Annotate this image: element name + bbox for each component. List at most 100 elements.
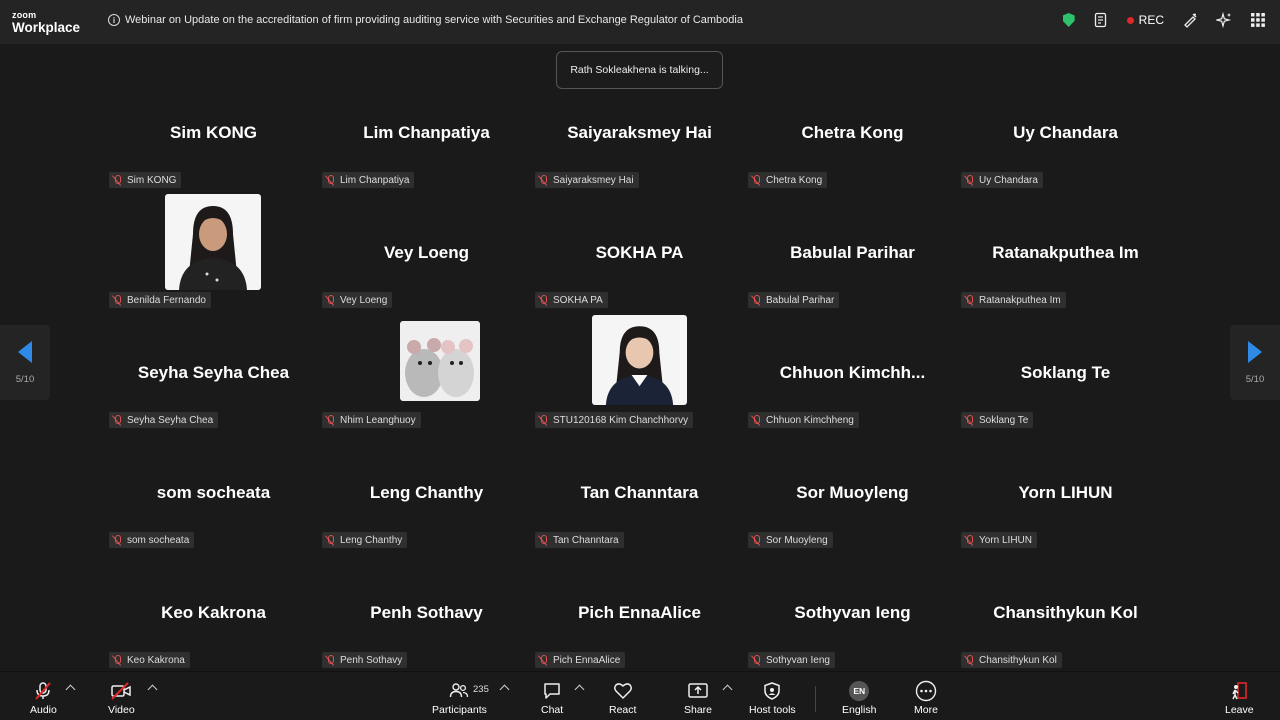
notes-icon[interactable] [1093,12,1109,28]
participant-tile[interactable]: Benilda Fernando [107,193,320,313]
participant-tile[interactable]: SOKHA PA SOKHA PA [533,193,746,313]
participant-name-label: Pich EnnaAlice [553,654,621,666]
audio-button[interactable]: Audio [30,681,57,716]
participant-display-name: Vey Loeng [383,243,470,262]
participant-name-tag: som socheata [109,532,195,548]
mic-muted-icon [751,534,761,546]
participant-name-tag: STU120168 Kim Chanchhorvy [535,412,694,428]
participant-tile[interactable]: Sothyvan Ieng Sothyvan Ieng [746,553,959,673]
mic-muted-icon [964,174,974,186]
participant-name-label: Nhim Leanghuoy [340,414,416,426]
audio-options-chevron-icon[interactable] [65,684,76,695]
participant-tile[interactable]: Uy Chandara Uy Chandara [959,73,1172,193]
participant-tile[interactable]: Keo Kakrona Keo Kakrona [107,553,320,673]
participant-name-tag: Chhuon Kimchheng [748,412,859,428]
participant-tile[interactable]: Sim KONG Sim KONG [107,73,320,193]
mic-muted-icon [325,534,335,546]
mic-muted-icon [112,414,122,426]
mic-muted-icon [964,294,974,306]
participant-name-tag: Tan Channtara [535,532,624,548]
participant-name-label: Lim Chanpatiya [340,174,410,186]
participant-name-tag: Chansithykun Kol [961,652,1062,668]
participant-name-label: Soklang Te [979,414,1029,426]
ai-companion-icon[interactable] [1216,12,1232,28]
participants-options-chevron-icon[interactable] [499,684,510,695]
view-grid-icon[interactable] [1250,12,1266,28]
participant-tile[interactable]: Leng Chanthy Leng Chanthy [320,433,533,553]
participant-tile[interactable]: STU120168 Kim Chanchhorvy [533,313,746,433]
participant-tile[interactable]: Pich EnnaAlice Pich EnnaAlice [533,553,746,673]
participant-name-label: Vey Loeng [340,294,388,306]
participant-tile[interactable]: Yorn LIHUN Yorn LIHUN [959,433,1172,553]
participant-tile[interactable]: Chansithykun Kol Chansithykun Kol [959,553,1172,673]
participant-tile[interactable]: Chetra Kong Chetra Kong [746,73,959,193]
mic-muted-icon [112,654,122,666]
participant-name-tag: Ratanakputhea Im [961,292,1066,308]
recording-indicator[interactable]: REC [1126,13,1164,27]
chat-options-chevron-icon[interactable] [574,684,585,695]
video-button[interactable]: Video [108,681,135,716]
participant-name-label: Chetra Kong [766,174,823,186]
participant-video-thumbnail [165,194,261,290]
participant-display-name: Ratanakputhea Im [992,243,1139,262]
meeting-info[interactable]: i Webinar on Update on the accreditation… [108,14,743,26]
video-off-icon [110,681,132,701]
annotate-icon[interactable] [1182,12,1198,28]
participant-display-name: Tan Channtara [580,483,699,502]
top-bar: zoom Workplace i Webinar on Update on th… [0,0,1280,44]
participant-name-label: Sim KONG [127,174,177,186]
participant-name-label: STU120168 Kim Chanchhorvy [553,414,689,426]
participant-tile[interactable]: Ratanakputhea Im Ratanakputhea Im [959,193,1172,313]
participant-name-tag: Soklang Te [961,412,1034,428]
share-button[interactable]: Share [684,681,712,716]
leave-button[interactable]: Leave [1225,681,1254,716]
previous-page-button[interactable]: 5/10 [0,325,50,400]
chat-icon [542,681,562,701]
info-icon[interactable]: i [108,14,120,26]
participant-name-label: Penh Sothavy [340,654,403,666]
participant-name-tag: Pich EnnaAlice [535,652,626,668]
react-label: React [609,704,637,716]
chat-button[interactable]: Chat [541,681,563,716]
participant-tile[interactable]: Chhuon Kimchh... Chhuon Kimchheng [746,313,959,433]
next-page-button[interactable]: 5/10 [1230,325,1280,400]
participant-name-label: SOKHA PA [553,294,603,306]
more-button[interactable]: More [914,680,938,716]
participant-name-tag: Benilda Fernando [109,292,211,308]
participant-tile[interactable]: Babulal Parihar Babulal Parihar [746,193,959,313]
audio-label: Audio [30,704,57,716]
participant-tile[interactable]: Sor Muoyleng Sor Muoyleng [746,433,959,553]
zoom-logo: zoom Workplace [12,11,80,35]
video-options-chevron-icon[interactable] [147,684,158,695]
participant-tile[interactable]: Lim Chanpatiya Lim Chanpatiya [320,73,533,193]
participant-tile[interactable]: som socheata som socheata [107,433,320,553]
participant-tile[interactable]: Saiyaraksmey Hai Saiyaraksmey Hai [533,73,746,193]
participant-name-tag: Yorn LIHUN [961,532,1037,548]
participant-display-name: Penh Sothavy [370,603,483,622]
participant-tile[interactable]: Nhim Leanghuoy [320,313,533,433]
encryption-shield-icon[interactable] [1062,13,1075,27]
participant-tile[interactable]: Tan Channtara Tan Channtara [533,433,746,553]
mic-muted-icon [325,654,335,666]
participant-name-label: Saiyaraksmey Hai [553,174,634,186]
heart-icon [613,681,633,701]
mic-muted-icon [964,414,974,426]
mic-muted-icon [325,174,335,186]
participant-display-name: Babulal Parihar [790,243,915,262]
participant-tile[interactable]: Soklang Te Soklang Te [959,313,1172,433]
participant-tile[interactable]: Penh Sothavy Penh Sothavy [320,553,533,673]
more-label: More [914,704,938,716]
participant-display-name: Pich EnnaAlice [578,603,701,622]
participant-display-name: Chansithykun Kol [993,603,1138,622]
mic-muted-icon [964,654,974,666]
participant-display-name: Sor Muoyleng [796,483,909,502]
participant-tile[interactable]: Vey Loeng Vey Loeng [320,193,533,313]
react-button[interactable]: React [609,681,636,716]
participant-video-thumbnail [400,321,480,401]
language-button[interactable]: EN English [842,681,876,716]
host-tools-button[interactable]: Host tools [749,681,796,716]
participant-tile[interactable]: Seyha Seyha Chea Seyha Seyha Chea [107,313,320,433]
participant-name-tag: Uy Chandara [961,172,1043,188]
mic-muted-icon [964,534,974,546]
share-options-chevron-icon[interactable] [722,684,733,695]
